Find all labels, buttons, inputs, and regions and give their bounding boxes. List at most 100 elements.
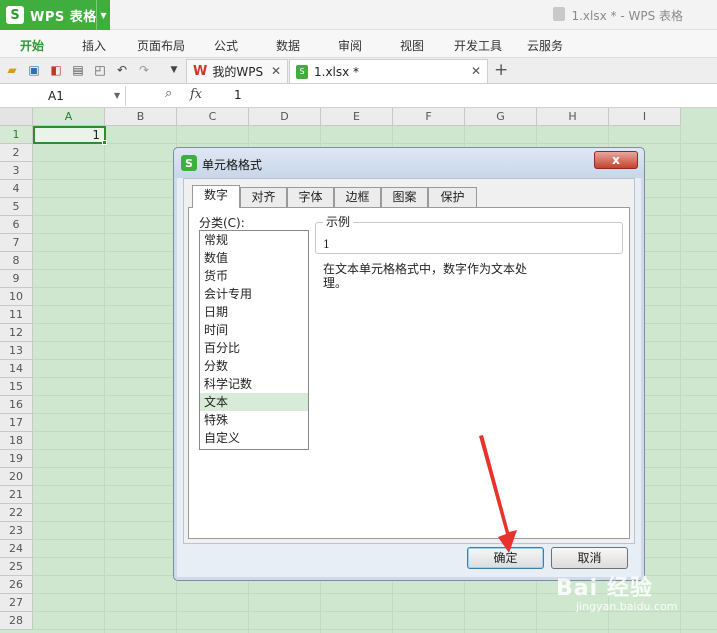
save-icon[interactable]: ▣	[26, 62, 42, 78]
row-header-23[interactable]: 23	[0, 522, 33, 540]
row-header-17[interactable]: 17	[0, 414, 33, 432]
tab-my-wps[interactable]: W 我的WPS ✕	[186, 59, 288, 83]
formula-bar: A1 ▼ ⌕ fx 1	[0, 84, 717, 108]
row-header-16[interactable]: 16	[0, 396, 33, 414]
format-cells-dialog: S 单元格格式 x 数字 对齐 字体 边框 图案 保护 分类(C): 常规 数值…	[173, 147, 645, 581]
category-time[interactable]: 时间	[200, 321, 308, 339]
new-tab-plus-icon[interactable]: +	[494, 60, 508, 80]
close-icon[interactable]: ✕	[271, 64, 281, 78]
row-header-13[interactable]: 13	[0, 342, 33, 360]
chevron-down-icon[interactable]: ▼	[114, 86, 120, 106]
chevron-down-icon[interactable]: ▼	[166, 62, 182, 78]
print-icon[interactable]: ▤	[70, 62, 86, 78]
export-pdf-icon[interactable]: ◧	[48, 62, 64, 78]
wps-spreadsheet-logo-icon: S	[181, 155, 197, 171]
row-header-8[interactable]: 8	[0, 252, 33, 270]
row-header-20[interactable]: 20	[0, 468, 33, 486]
dialog-title-bar[interactable]: S 单元格格式 x	[174, 148, 644, 178]
function-fx-icon[interactable]: fx	[190, 87, 202, 102]
row-header-14[interactable]: 14	[0, 360, 33, 378]
row-header-26[interactable]: 26	[0, 576, 33, 594]
row-header-27[interactable]: 27	[0, 594, 33, 612]
category-currency[interactable]: 货币	[200, 267, 308, 285]
row-header-28[interactable]: 28	[0, 612, 33, 630]
fill-handle[interactable]	[102, 140, 107, 145]
quick-access-toolbar: ▰ ▣ ◧ ▤ ◰ ↶ ↷ ▼ W 我的WPS ✕ S 1.xlsx * ✕ +	[0, 58, 717, 84]
active-cell[interactable]: 1	[33, 126, 106, 144]
column-header-a[interactable]: A	[33, 108, 105, 126]
column-header-g[interactable]: G	[465, 108, 537, 126]
menu-review[interactable]: 审阅	[338, 37, 362, 54]
wps-logo-icon: W	[193, 64, 208, 79]
menu-page-layout[interactable]: 页面布局	[137, 37, 185, 54]
row-header-15[interactable]: 15	[0, 378, 33, 396]
open-folder-icon[interactable]: ▰	[4, 62, 20, 78]
row-header-9[interactable]: 9	[0, 270, 33, 288]
close-button[interactable]: x	[594, 151, 638, 169]
close-icon[interactable]: ✕	[471, 64, 481, 78]
ok-button[interactable]: 确定	[467, 547, 544, 569]
search-icon[interactable]: ⌕	[165, 86, 172, 101]
row-header-7[interactable]: 7	[0, 234, 33, 252]
row-header-25[interactable]: 25	[0, 558, 33, 576]
column-header-h[interactable]: H	[537, 108, 609, 126]
row-header-1[interactable]: 1	[0, 126, 33, 144]
app-name: WPS 表格	[30, 9, 97, 25]
formula-input[interactable]: 1	[234, 88, 242, 102]
category-scientific[interactable]: 科学记数	[200, 375, 308, 393]
tab-border[interactable]: 边框	[334, 187, 381, 207]
row-header-6[interactable]: 6	[0, 216, 33, 234]
category-listbox[interactable]: 常规 数值 货币 会计专用 日期 时间 百分比 分数 科学记数 文本 特殊 自定…	[199, 230, 309, 450]
category-percentage[interactable]: 百分比	[200, 339, 308, 357]
column-header-d[interactable]: D	[249, 108, 321, 126]
row-header-2[interactable]: 2	[0, 144, 33, 162]
category-fraction[interactable]: 分数	[200, 357, 308, 375]
row-header-3[interactable]: 3	[0, 162, 33, 180]
menu-insert[interactable]: 插入	[82, 37, 106, 54]
column-header-e[interactable]: E	[321, 108, 393, 126]
row-header-12[interactable]: 12	[0, 324, 33, 342]
cancel-button[interactable]: 取消	[551, 547, 628, 569]
category-special[interactable]: 特殊	[200, 411, 308, 429]
row-header-24[interactable]: 24	[0, 540, 33, 558]
row-header-19[interactable]: 19	[0, 450, 33, 468]
undo-icon[interactable]: ↶	[114, 62, 130, 78]
row-header-4[interactable]: 4	[0, 180, 33, 198]
tab-patterns[interactable]: 图案	[381, 187, 428, 207]
menu-cloud-services[interactable]: 云服务	[527, 37, 563, 54]
tab-alignment[interactable]: 对齐	[240, 187, 287, 207]
column-header-f[interactable]: F	[393, 108, 465, 126]
menu-view[interactable]: 视图	[400, 37, 424, 54]
category-general[interactable]: 常规	[200, 231, 308, 249]
select-all-corner[interactable]	[0, 108, 33, 126]
category-number[interactable]: 数值	[200, 249, 308, 267]
category-date[interactable]: 日期	[200, 303, 308, 321]
tab-1-xlsx[interactable]: S 1.xlsx * ✕	[289, 59, 488, 83]
tab-font[interactable]: 字体	[287, 187, 334, 207]
row-header-10[interactable]: 10	[0, 288, 33, 306]
tab-protection[interactable]: 保护	[428, 187, 477, 207]
tab-number[interactable]: 数字	[192, 185, 240, 208]
wps-spreadsheet-logo-icon: S	[6, 6, 24, 24]
row-header-18[interactable]: 18	[0, 432, 33, 450]
grid-row-line	[33, 629, 717, 630]
category-text[interactable]: 文本	[200, 393, 308, 411]
category-accounting[interactable]: 会计专用	[200, 285, 308, 303]
menu-developer[interactable]: 开发工具	[454, 37, 502, 54]
row-header-5[interactable]: 5	[0, 198, 33, 216]
name-box[interactable]: A1	[0, 86, 126, 106]
column-header-c[interactable]: C	[177, 108, 249, 126]
column-header-i[interactable]: I	[609, 108, 681, 126]
redo-icon[interactable]: ↷	[136, 62, 152, 78]
category-custom[interactable]: 自定义	[200, 429, 308, 447]
menu-formulas[interactable]: 公式	[214, 37, 238, 54]
menu-data[interactable]: 数据	[276, 37, 300, 54]
chevron-down-icon[interactable]: ▼	[96, 0, 110, 30]
print-preview-icon[interactable]: ◰	[92, 62, 108, 78]
row-header-11[interactable]: 11	[0, 306, 33, 324]
row-header-21[interactable]: 21	[0, 486, 33, 504]
menu-home[interactable]: 开始	[20, 37, 44, 54]
app-menu-button[interactable]: S WPS 表格 ▼	[0, 0, 110, 30]
row-header-22[interactable]: 22	[0, 504, 33, 522]
column-header-b[interactable]: B	[105, 108, 177, 126]
